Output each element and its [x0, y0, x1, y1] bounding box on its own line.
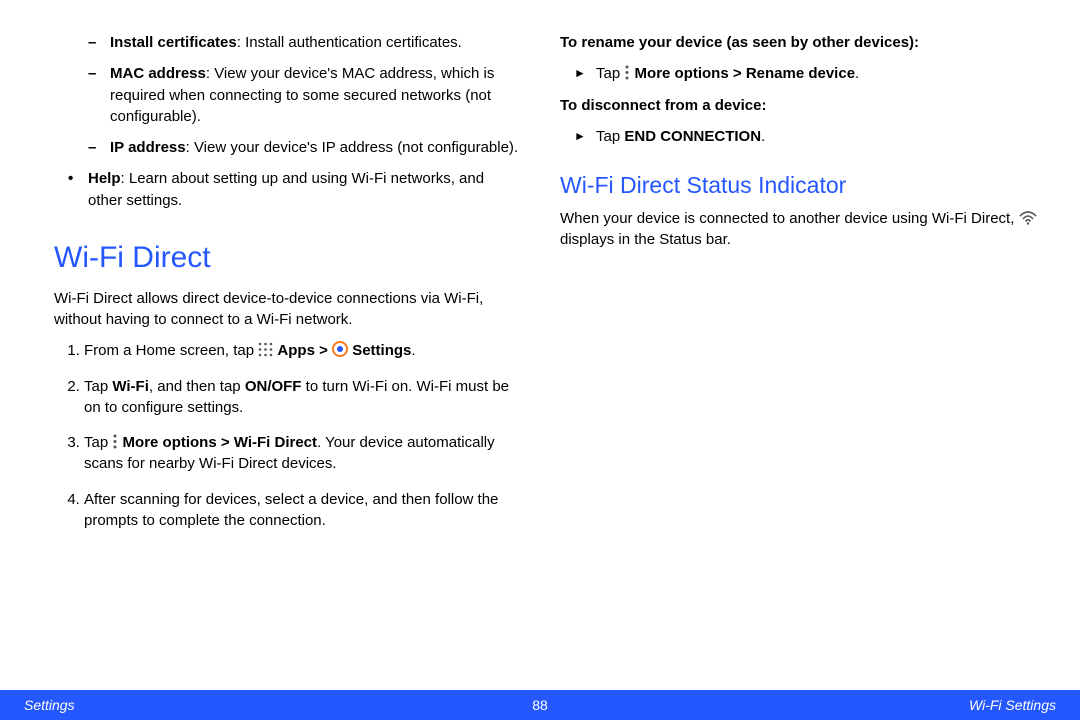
step-item: After scanning for devices, select a dev…	[84, 489, 520, 532]
label-more-options: More options	[635, 65, 729, 82]
term-text: : Learn about setting up and using Wi-Fi…	[88, 170, 484, 208]
term-label: IP address	[110, 139, 186, 156]
text: From a Home screen, tap	[84, 342, 258, 359]
text: To rename your device (as seen by other …	[560, 34, 919, 51]
chevron-text: >	[729, 65, 746, 82]
page-footer: Settings 88 Wi-Fi Settings	[0, 690, 1080, 720]
label-rename-device: Rename device	[746, 65, 855, 82]
settings-gear-icon	[332, 341, 348, 357]
subheading-rename: To rename your device (as seen by other …	[560, 32, 1040, 53]
term-label: Help	[88, 170, 121, 187]
label-onoff: ON/OFF	[245, 378, 302, 395]
text: Tap	[84, 378, 112, 395]
right-column: To rename your device (as seen by other …	[560, 32, 1040, 670]
label-wifi: Wi-Fi	[112, 378, 149, 395]
heading-status-indicator: Wi-Fi Direct Status Indicator	[560, 169, 1040, 202]
action-item: Tap END CONNECTION.	[574, 126, 1040, 147]
text: .	[761, 128, 765, 145]
label-apps: Apps	[277, 342, 315, 359]
label-settings: Settings	[352, 342, 411, 359]
more-options-icon	[624, 65, 630, 80]
term-label: Install certificates	[110, 34, 237, 51]
list-item: Help: Learn about setting up and using W…	[88, 168, 520, 211]
step-item: From a Home screen, tap Apps > Settings.	[84, 340, 520, 361]
list-item: IP address: View your device's IP addres…	[110, 137, 520, 158]
step-item: Tap More options > Wi-Fi Direct. Your de…	[84, 432, 520, 475]
chevron-text: >	[315, 342, 332, 359]
subheading-disconnect: To disconnect from a device:	[560, 95, 1040, 116]
text: Tap	[596, 65, 624, 82]
label-end-connection: END CONNECTION	[624, 128, 761, 145]
label-more-options: More options	[123, 434, 217, 451]
chevron-text: >	[217, 434, 234, 451]
text: , and then tap	[149, 378, 245, 395]
footer-right: Wi-Fi Settings	[969, 697, 1056, 713]
two-columns: Install certificates: Install authentica…	[0, 0, 1080, 670]
status-paragraph: When your device is connected to another…	[560, 208, 1040, 251]
list-item: Install certificates: Install authentica…	[110, 32, 520, 53]
step-item: Tap Wi-Fi, and then tap ON/OFF to turn W…	[84, 376, 520, 419]
document-page: Install certificates: Install authentica…	[0, 0, 1080, 720]
text: When your device is connected to another…	[560, 210, 1019, 227]
term-text: : View your device's IP address (not con…	[186, 139, 518, 156]
text: Tap	[84, 434, 112, 451]
action-item: Tap More options > Rename device.	[574, 63, 1040, 84]
heading-wifi-direct: Wi-Fi Direct	[54, 237, 520, 280]
text: .	[855, 65, 859, 82]
page-number: 88	[532, 697, 548, 713]
text: .	[411, 342, 415, 359]
text: displays in the Status bar.	[560, 231, 731, 248]
label-wifi-direct: Wi-Fi Direct	[234, 434, 317, 451]
steps-list: From a Home screen, tap Apps > Settings.…	[84, 340, 520, 531]
list-item: MAC address: View your device's MAC addr…	[110, 63, 520, 127]
left-column: Install certificates: Install authentica…	[40, 32, 520, 670]
apps-grid-icon	[258, 342, 273, 357]
wifi-direct-icon	[1019, 211, 1037, 225]
term-text: : Install authentication certificates.	[237, 34, 462, 51]
more-options-icon	[112, 434, 118, 449]
term-label: MAC address	[110, 65, 206, 82]
text: To disconnect from a device:	[560, 97, 766, 114]
intro-paragraph: Wi-Fi Direct allows direct device-to-dev…	[54, 288, 520, 331]
text: Tap	[596, 128, 624, 145]
footer-left: Settings	[24, 697, 75, 713]
